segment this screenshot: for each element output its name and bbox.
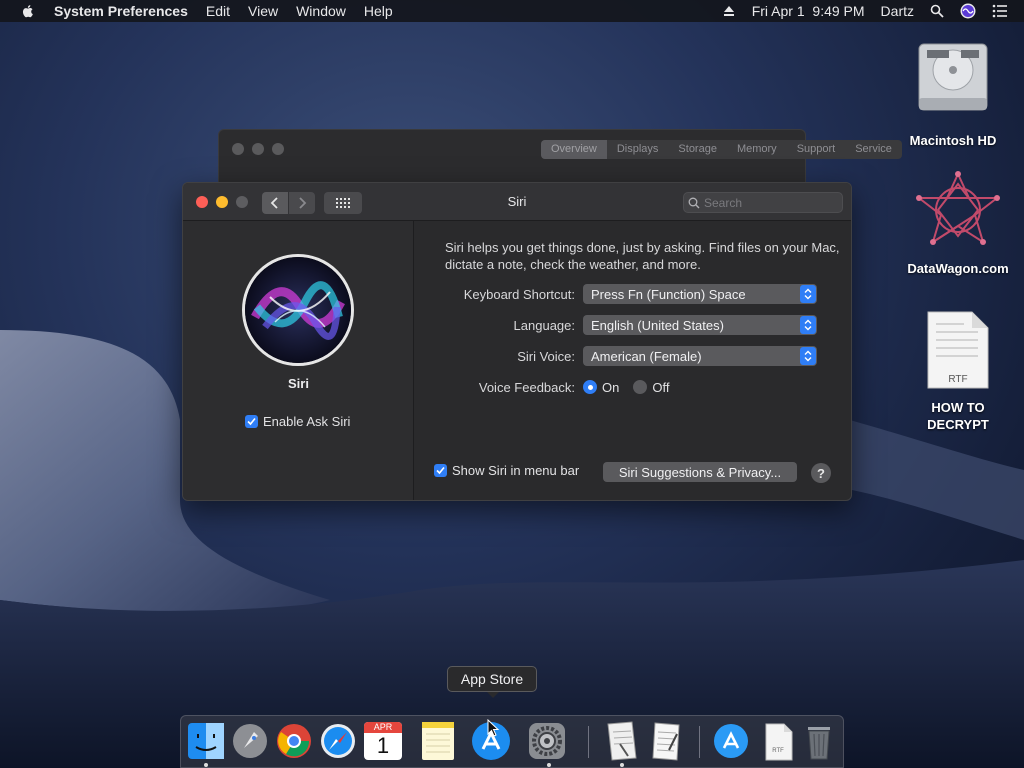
trash-icon[interactable] <box>799 720 839 762</box>
menu-view[interactable]: View <box>248 3 278 19</box>
app-store-downloads-icon[interactable] <box>711 720 751 762</box>
search-input[interactable] <box>704 195 834 210</box>
popup-arrows-icon <box>800 316 816 334</box>
help-button[interactable]: ? <box>811 463 831 483</box>
siri-menu-icon[interactable] <box>960 3 976 19</box>
menu-edit[interactable]: Edit <box>206 3 230 19</box>
popup-arrows-icon <box>800 347 816 365</box>
language-popup[interactable]: English (United States) <box>583 315 817 335</box>
menu-window[interactable]: Window <box>296 3 346 19</box>
safari-icon[interactable] <box>318 720 358 762</box>
show-siri-in-menu-bar-checkbox[interactable]: Show Siri in menu bar <box>434 463 579 478</box>
menu-bar: System Preferences Edit View Window Help… <box>0 0 1024 22</box>
language-row: Language: English (United States) <box>415 315 817 335</box>
enable-ask-siri-label: Enable Ask Siri <box>263 414 351 429</box>
language-label: Language: <box>513 317 575 333</box>
siri-voice-value: American (Female) <box>591 348 702 364</box>
tab-overview[interactable]: Overview <box>541 140 607 159</box>
search-field[interactable] <box>683 192 843 213</box>
voice-feedback-row: Voice Feedback: On Off <box>415 377 683 397</box>
siri-orb-icon <box>242 254 354 366</box>
menu-user[interactable]: Dartz <box>881 3 914 19</box>
enable-ask-siri-checkbox[interactable]: Enable Ask Siri <box>245 414 350 429</box>
dock-tooltip: App Store <box>447 666 537 698</box>
window-titlebar: Siri <box>183 183 851 221</box>
tab-support[interactable]: Support <box>787 140 846 159</box>
voice-feedback-on-label: On <box>602 379 620 395</box>
desktop-icon-label: DataWagon.com <box>907 261 1009 276</box>
calendar-month: APR <box>364 722 402 733</box>
calendar-icon[interactable]: APR 1 <box>364 720 404 762</box>
voice-feedback-on-radio[interactable]: On <box>583 380 619 395</box>
desktop-icon-macintosh-hd[interactable]: Macintosh HD <box>893 36 1013 148</box>
desktop-icon-label: HOW TO DECRYPT <box>927 400 989 432</box>
notification-center-icon[interactable] <box>992 4 1008 18</box>
voice-feedback-label: Voice Feedback: <box>478 379 575 395</box>
checkbox-checked-icon <box>434 464 447 477</box>
mouse-cursor-icon <box>487 719 500 737</box>
tab-storage[interactable]: Storage <box>668 140 727 159</box>
system-preferences-icon[interactable] <box>527 720 567 762</box>
menu-app-name[interactable]: System Preferences <box>54 3 188 19</box>
show-siri-in-menu-bar-label: Show Siri in menu bar <box>452 463 580 478</box>
menu-help[interactable]: Help <box>364 3 393 19</box>
language-value: English (United States) <box>591 317 724 333</box>
spotlight-search-icon[interactable] <box>930 4 944 18</box>
popup-arrows-icon <box>800 285 816 303</box>
siri-left-pane: Siri Enable Ask Siri <box>183 221 414 500</box>
rtf-file-type-label: RTF <box>948 374 968 385</box>
eject-icon[interactable] <box>722 4 736 18</box>
finder-icon[interactable] <box>186 720 226 762</box>
radio-selected-icon <box>583 380 597 394</box>
radio-unselected-icon <box>633 380 648 394</box>
desktop-icon-how-to-decrypt[interactable]: RTF HOW TO DECRYPT <box>898 310 1018 433</box>
search-icon <box>688 197 700 208</box>
rtf-dock-icon[interactable]: RTF <box>758 720 798 762</box>
textedit-icon[interactable] <box>647 720 687 762</box>
keyboard-shortcut-label: Keyboard Shortcut: <box>463 286 575 302</box>
siri-voice-row: Siri Voice: American (Female) <box>415 346 817 366</box>
keyboard-shortcut-row: Keyboard Shortcut: Press Fn (Function) S… <box>415 284 817 304</box>
siri-settings-pane: Siri helps you get things done, just by … <box>415 221 851 500</box>
siri-label: Siri <box>288 376 309 391</box>
document-icon[interactable] <box>602 720 642 762</box>
notes-icon[interactable] <box>418 720 458 762</box>
rtf-dock-label: RTF <box>772 748 784 754</box>
siri-suggestions-privacy-button[interactable]: Siri Suggestions & Privacy... <box>603 462 797 482</box>
voice-feedback-off-label: Off <box>652 379 670 395</box>
keyboard-shortcut-popup[interactable]: Press Fn (Function) Space <box>583 284 817 304</box>
checkbox-checked-icon <box>245 415 258 428</box>
datawagon-logo-icon <box>916 171 1000 245</box>
background-window-tabs: Overview Displays Storage Memory Support… <box>541 140 902 159</box>
launchpad-icon[interactable] <box>230 720 270 762</box>
dock: APR 1 RTF <box>180 715 844 768</box>
chrome-icon[interactable] <box>274 720 314 762</box>
desktop-icon-datawagon[interactable]: DataWagon.com <box>898 170 1018 276</box>
tab-memory[interactable]: Memory <box>727 140 787 159</box>
siri-voice-popup[interactable]: American (Female) <box>583 346 817 366</box>
tab-displays[interactable]: Displays <box>607 140 669 159</box>
apple-menu-icon[interactable] <box>20 3 36 19</box>
siri-preferences-window: Siri Siri <box>182 182 852 501</box>
siri-voice-label: Siri Voice: <box>517 348 575 364</box>
desktop-icon-label: Macintosh HD <box>909 133 997 148</box>
keyboard-shortcut-value: Press Fn (Function) Space <box>591 286 746 302</box>
background-window-lights <box>232 143 284 155</box>
background-window: Overview Displays Storage Memory Support… <box>218 129 902 189</box>
menu-clock[interactable]: Fri Apr 1 9:49 PM <box>752 3 865 19</box>
calendar-day: 1 <box>376 733 390 758</box>
voice-feedback-off-radio[interactable]: Off <box>633 380 669 395</box>
siri-description: Siri helps you get things done, just by … <box>445 240 840 272</box>
hard-drive-icon <box>918 43 988 111</box>
